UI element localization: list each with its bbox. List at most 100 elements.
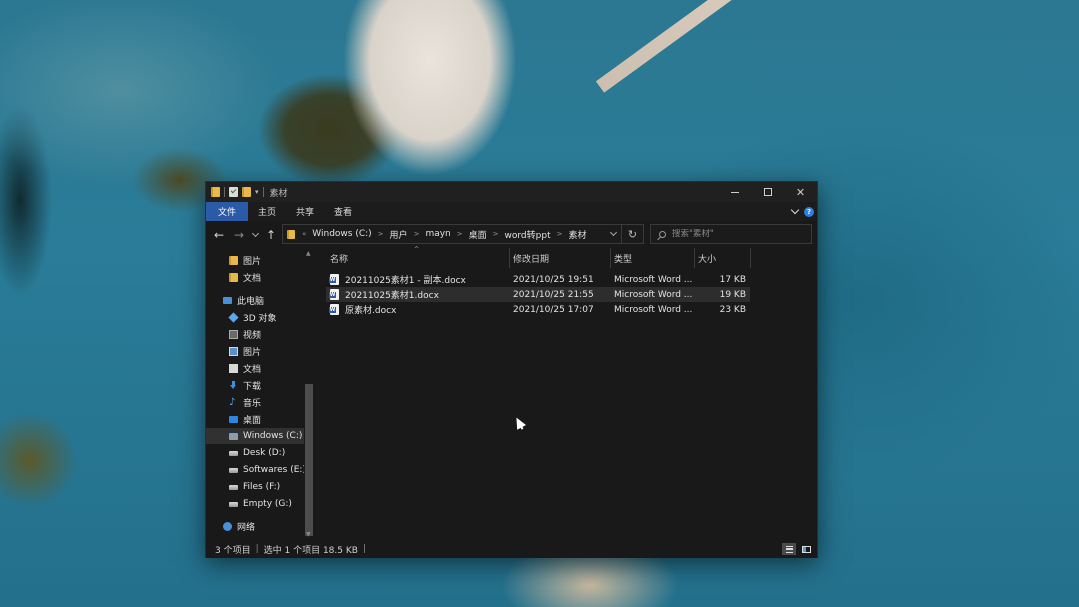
breadcrumb-folder[interactable]: word转ppt: [502, 228, 554, 241]
breadcrumb-user[interactable]: mayn: [422, 229, 453, 239]
nav-item-downloads[interactable]: 下载: [206, 377, 306, 393]
expand-ribbon-icon[interactable]: [790, 205, 800, 215]
tab-share[interactable]: 共享: [286, 202, 324, 221]
nav-item-3d-objects[interactable]: 3D 对象: [206, 309, 306, 325]
column-divider[interactable]: [750, 248, 751, 268]
nav-item-quick-documents[interactable]: 文档: [206, 269, 306, 285]
nav-item-network[interactable]: 网络: [206, 518, 306, 534]
search-box[interactable]: [650, 224, 812, 244]
back-arrow-icon: ←: [213, 227, 225, 242]
nav-item-drive-f[interactable]: Files (F:): [206, 479, 306, 495]
file-row[interactable]: 原素材.docx 2021/10/25 17:07 Microsoft Word…: [326, 302, 750, 317]
file-row[interactable]: 20211025素材1.docx 2021/10/25 21:55 Micros…: [326, 287, 750, 302]
forward-button[interactable]: →: [229, 225, 249, 245]
address-history-button[interactable]: [605, 228, 621, 237]
nav-item-drive-c[interactable]: Windows (C:): [206, 428, 306, 444]
file-name: 原素材.docx: [345, 306, 397, 316]
folder-icon: [229, 272, 238, 282]
refresh-button[interactable]: ↻: [621, 225, 643, 243]
nav-item-this-pc[interactable]: 此电脑: [206, 292, 306, 308]
scroll-up-arrow-icon[interactable]: ▲: [306, 250, 311, 257]
navigation-pane: 图片 文档 此电脑 3D 对象 视频 图片 文档 下载 ♪ 音乐 桌面 Wind…: [206, 248, 316, 540]
file-modified: 2021/10/25 21:55: [513, 289, 594, 300]
nav-pane-scrollbar[interactable]: ▲ ▼: [304, 248, 314, 540]
address-bar[interactable]: « Windows (C:) > 用户 > mayn > 桌面 > word转p…: [282, 224, 644, 244]
minimize-button[interactable]: [718, 182, 751, 202]
nav-item-drive-e[interactable]: Softwares (E:): [206, 462, 306, 478]
address-bar-tail: ↻: [605, 225, 643, 243]
nav-item-label: Files (F:): [243, 482, 281, 492]
drive-icon: [229, 501, 238, 507]
nav-item-quick-pictures[interactable]: 图片: [206, 252, 306, 268]
toolbar-divider: [262, 187, 264, 197]
search-icon: [659, 230, 666, 238]
breadcrumb-separator[interactable]: >: [454, 230, 466, 238]
breadcrumb-separator[interactable]: >: [490, 230, 502, 238]
column-header-size[interactable]: 大小: [694, 248, 750, 268]
breadcrumb-separator[interactable]: >: [375, 230, 387, 238]
column-header-type[interactable]: 类型: [610, 248, 694, 268]
file-row[interactable]: 20211025素材1 - 副本.docx 2021/10/25 19:51 M…: [326, 272, 750, 287]
folder-icon: [229, 255, 238, 265]
nav-item-music[interactable]: ♪ 音乐: [206, 394, 306, 410]
nav-item-label: 文档: [243, 364, 262, 375]
nav-item-label: 文档: [243, 273, 262, 284]
breadcrumb-current[interactable]: 素材: [565, 228, 589, 241]
nav-item-pictures[interactable]: 图片: [206, 343, 306, 359]
file-list: ^ 名称 修改日期 类型 大小 20211025素材1 - 副本.docx 20…: [316, 246, 817, 540]
nav-item-label: Windows (C:): [243, 431, 303, 441]
music-note-icon: ♪: [229, 396, 236, 408]
maximize-button[interactable]: [751, 182, 784, 202]
breadcrumb-separator[interactable]: >: [411, 230, 423, 238]
close-button[interactable]: ✕: [784, 182, 817, 202]
large-icons-view-button[interactable]: [799, 543, 813, 555]
nav-item-drive-g[interactable]: Empty (G:): [206, 496, 306, 512]
breadcrumb-separator[interactable]: >: [554, 230, 566, 238]
nav-item-videos[interactable]: 视频: [206, 326, 306, 342]
up-button[interactable]: ↑: [261, 225, 281, 245]
scrollbar-thumb[interactable]: [305, 384, 313, 536]
nav-item-label: 网络: [237, 522, 256, 533]
nav-item-drive-d[interactable]: Desk (D:): [206, 445, 306, 461]
nav-item-label: 3D 对象: [243, 313, 277, 324]
back-button[interactable]: ←: [209, 225, 229, 245]
video-icon: [229, 329, 238, 339]
document-icon: [229, 363, 238, 373]
navigation-bar: ← → ↑ « Windows (C:) > 用户 > mayn > 桌面 > …: [206, 221, 817, 248]
file-name: 20211025素材1.docx: [345, 291, 439, 301]
nav-item-label: 图片: [243, 256, 262, 267]
help-icon[interactable]: ?: [804, 206, 814, 217]
cube-icon: [228, 311, 239, 323]
scroll-down-arrow-icon[interactable]: ▼: [306, 531, 311, 538]
column-header-modified[interactable]: 修改日期: [509, 248, 609, 268]
status-bar: 3 个项目 | 选中 1 个项目 18.5 KB |: [206, 540, 817, 558]
nav-item-documents[interactable]: 文档: [206, 360, 306, 376]
search-input[interactable]: [672, 229, 792, 239]
quick-access-toolbar: ▾ 素材: [206, 182, 288, 202]
column-header-name[interactable]: 名称: [326, 248, 506, 268]
windows-drive-icon: [229, 432, 238, 440]
nav-item-desktop[interactable]: 桌面: [206, 411, 306, 427]
close-icon: ✕: [795, 185, 806, 199]
tab-home[interactable]: 主页: [248, 202, 286, 221]
nav-item-label: 视频: [243, 330, 262, 341]
customize-toolbar-icon[interactable]: ▾: [255, 188, 259, 196]
file-name: 20211025素材1 - 副本.docx: [345, 276, 466, 286]
new-folder-icon[interactable]: [242, 187, 251, 197]
word-document-icon: [329, 289, 339, 300]
file-modified: 2021/10/25 19:51: [513, 274, 594, 285]
view-toggle: [782, 543, 817, 555]
ribbon-right: ?: [790, 205, 817, 217]
details-view-button[interactable]: [782, 543, 796, 555]
breadcrumb-desktop[interactable]: 桌面: [466, 228, 490, 241]
tab-view[interactable]: 查看: [324, 202, 362, 221]
properties-icon[interactable]: [229, 187, 238, 197]
recent-locations-button[interactable]: [249, 225, 261, 245]
breadcrumb-drive[interactable]: Windows (C:): [309, 229, 374, 239]
window-controls: ✕: [718, 182, 817, 202]
breadcrumb-users[interactable]: 用户: [387, 228, 411, 241]
title-bar[interactable]: ▾ 素材 ✕: [206, 182, 817, 202]
file-explorer-window[interactable]: ▾ 素材 ✕ 文件 主页 共享 查看 ? ← → ↑ « Windows (C:…: [205, 181, 818, 558]
tab-file[interactable]: 文件: [206, 202, 249, 221]
breadcrumb-overflow[interactable]: «: [299, 230, 309, 238]
